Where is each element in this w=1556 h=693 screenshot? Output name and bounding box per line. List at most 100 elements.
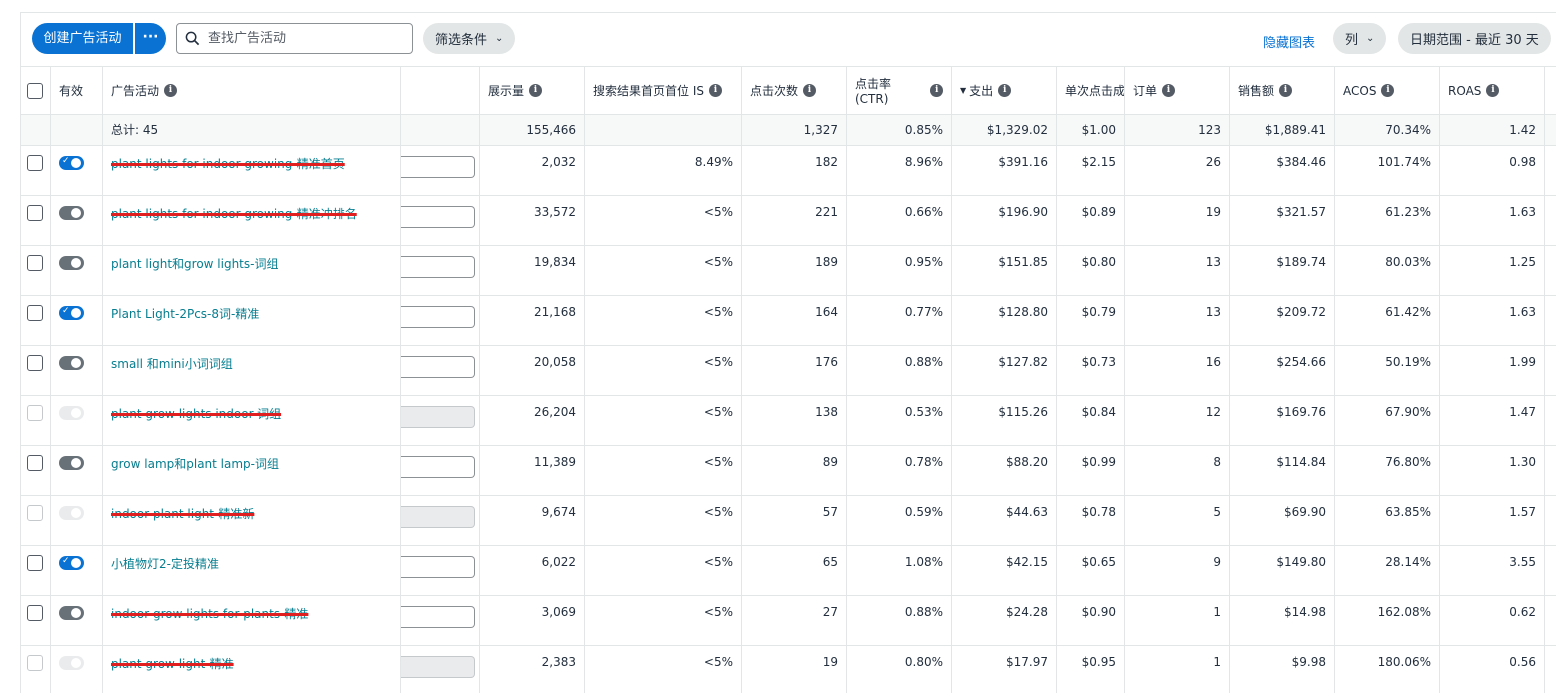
col-orders[interactable]: 订单 i [1125,67,1230,114]
hide-chart-link[interactable]: 隐藏图表 [1263,32,1315,51]
cell-cpc: $0.89 [1057,196,1125,245]
active-toggle[interactable] [59,356,84,370]
budget-input[interactable] [401,456,475,478]
info-icon[interactable]: i [998,84,1012,97]
row-checkbox[interactable] [27,655,43,671]
campaign-link[interactable]: grow lamp和plant lamp-词组 [111,457,279,471]
campaign-link[interactable]: indoor plant light-精准新 [111,507,254,521]
budget-input[interactable] [401,356,475,378]
cell-tos: <5% [585,446,742,495]
active-toggle[interactable] [59,456,84,470]
budget-input[interactable] [401,256,475,278]
col-ctr[interactable]: 点击率 (CTR) i [847,67,952,114]
select-all-checkbox[interactable] [27,83,43,99]
campaign-link[interactable]: small 和mini小词词组 [111,357,233,371]
cell-sales: $69.90 [1230,496,1335,545]
table-row: plant grow light-精准 2,383 <5% 19 0.80% $17.97… [21,646,1556,693]
row-checkbox[interactable] [27,455,43,471]
cell-impressions: 19,834 [480,246,585,295]
budget-input[interactable] [401,306,475,328]
row-checkbox[interactable] [27,605,43,621]
cell-clicks: 176 [742,346,847,395]
filter-label: 筛选条件 [435,33,488,48]
col-spend[interactable]: ▼ 支出 i [952,67,1057,114]
create-campaign-button[interactable]: 创建广告活动 [32,23,133,54]
col-sales[interactable]: 销售额 i [1230,67,1335,114]
cell-impressions: 6,022 [480,546,585,595]
filter-button[interactable]: 筛选条件 ⌄ [423,23,516,54]
active-toggle[interactable]: ✓ [59,156,84,170]
cell-roas: 0.62 [1440,596,1545,645]
col-top-of-search-is[interactable]: 搜索结果首页首位 IS i [585,67,742,114]
cell-clicks: 164 [742,296,847,345]
row-checkbox[interactable] [27,555,43,571]
active-toggle[interactable] [59,256,84,270]
row-checkbox[interactable] [27,355,43,371]
active-toggle [59,656,84,670]
more-options-button[interactable]: ··· [135,23,166,54]
cell-cpc: $0.79 [1057,296,1125,345]
budget-input [401,506,475,528]
row-checkbox[interactable] [27,405,43,421]
active-toggle[interactable]: ✓ [59,556,84,570]
cell-orders: 5 [1125,496,1230,545]
info-icon[interactable]: i [1279,84,1293,97]
cell-spend: $151.85 [952,246,1057,295]
cell-sales: $254.66 [1230,346,1335,395]
cell-spend: $44.63 [952,496,1057,545]
cell-cpc: $0.65 [1057,546,1125,595]
budget-input[interactable] [401,156,475,178]
campaign-link[interactable]: 小植物灯2-定投精准 [111,557,219,571]
info-icon[interactable]: i [708,84,722,97]
info-icon[interactable]: i [164,84,178,97]
cell-sales: $209.72 [1230,296,1335,345]
cell-tos: <5% [585,346,742,395]
row-checkbox[interactable] [27,505,43,521]
col-campaign[interactable]: 广告活动 i [103,67,400,114]
row-checkbox[interactable] [27,255,43,271]
active-toggle[interactable]: ✓ [59,306,84,320]
info-icon[interactable]: i [803,84,817,97]
cell-ctr: 0.78% [847,446,952,495]
col-acos[interactable]: ACOS i [1335,67,1440,114]
col-impressions[interactable]: 展示量 i [480,67,585,114]
info-icon[interactable]: i [529,84,543,97]
cell-ctr: 0.88% [847,346,952,395]
cell-tos: <5% [585,496,742,545]
columns-button[interactable]: 列 ⌄ [1333,23,1387,54]
cell-ctr: 0.95% [847,246,952,295]
campaign-link[interactable]: plant grow light-精准 [111,657,234,671]
campaign-link[interactable]: indoor grow lights for plants-精准 [111,607,308,621]
cell-spend: $196.90 [952,196,1057,245]
active-toggle[interactable] [59,206,84,220]
info-icon[interactable]: i [1162,84,1176,97]
budget-input[interactable] [401,206,475,228]
row-checkbox[interactable] [27,205,43,221]
total-spend: $1,329.02 [952,115,1057,145]
cell-clicks: 189 [742,246,847,295]
cell-clicks: 19 [742,646,847,693]
search-box[interactable] [176,23,413,54]
col-clicks[interactable]: 点击次数 i [742,67,847,114]
row-checkbox[interactable] [27,155,43,171]
info-icon[interactable]: i [930,84,943,97]
info-icon[interactable]: i [1486,84,1500,97]
campaign-link[interactable]: Plant Light-2Pcs-8词-精准 [111,307,259,321]
cell-orders: 9 [1125,546,1230,595]
budget-input[interactable] [401,556,475,578]
date-range-button[interactable]: 日期范围 - 最近 30 天 [1398,23,1551,54]
col-cpc[interactable]: 单次点击成 [1057,67,1125,114]
budget-input[interactable] [401,606,475,628]
campaign-link[interactable]: plant light和grow lights-词组 [111,257,278,271]
campaign-link[interactable]: plant lights for indoor growing-精准首页 [111,157,345,171]
info-icon[interactable]: i [1381,84,1395,97]
cell-cpc: $0.90 [1057,596,1125,645]
col-active[interactable]: 有效 [51,67,103,114]
campaign-link[interactable]: plant grow lights indoor-词组 [111,407,281,421]
active-toggle[interactable] [59,606,84,620]
cell-clicks: 65 [742,546,847,595]
search-input[interactable] [208,31,398,46]
campaign-link[interactable]: plant lights for indoor growing-精准冲排名 [111,207,357,221]
row-checkbox[interactable] [27,305,43,321]
col-roas[interactable]: ROAS i [1440,67,1545,114]
